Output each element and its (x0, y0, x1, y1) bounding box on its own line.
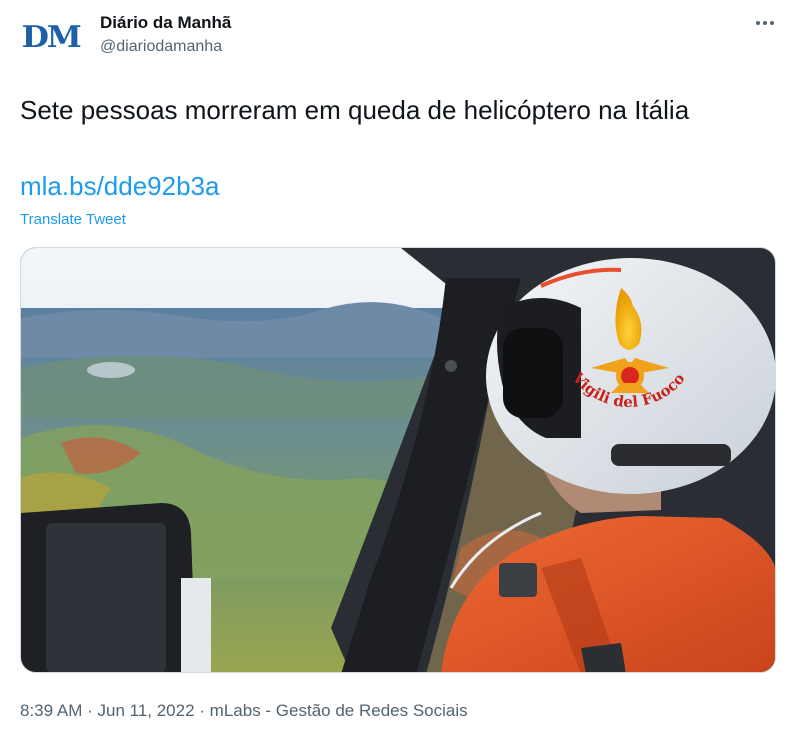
tweet-meta: 8:39 AM · Jun 11, 2022 · mLabs - Gestão … (20, 700, 468, 722)
tweet-time[interactable]: 8:39 AM (20, 701, 82, 720)
tweet-media-image[interactable]: Vigili del Fuoco (20, 247, 776, 673)
translate-tweet-link[interactable]: Translate Tweet (20, 210, 126, 230)
tweet-link[interactable]: mla.bs/dde92b3a (20, 168, 219, 204)
tweet-source[interactable]: mLabs - Gestão de Redes Sociais (210, 701, 468, 720)
author-handle[interactable]: @diariodamanha (100, 36, 231, 58)
avatar-logo-text: DM (21, 19, 82, 55)
meta-separator: · (87, 701, 98, 720)
author-info: Diário da Manhã @diariodamanha (100, 12, 231, 58)
avatar[interactable]: DM (20, 14, 82, 60)
tweet-card: DM Diário da Manhã @diariodamanha Sete p… (0, 0, 800, 740)
author-display-name[interactable]: Diário da Manhã (100, 12, 231, 34)
more-dots-icon[interactable] (752, 12, 778, 34)
meta-separator: · (199, 701, 210, 720)
tweet-date[interactable]: Jun 11, 2022 (98, 701, 195, 720)
tweet-text: Sete pessoas morreram em queda de helicó… (20, 95, 690, 125)
